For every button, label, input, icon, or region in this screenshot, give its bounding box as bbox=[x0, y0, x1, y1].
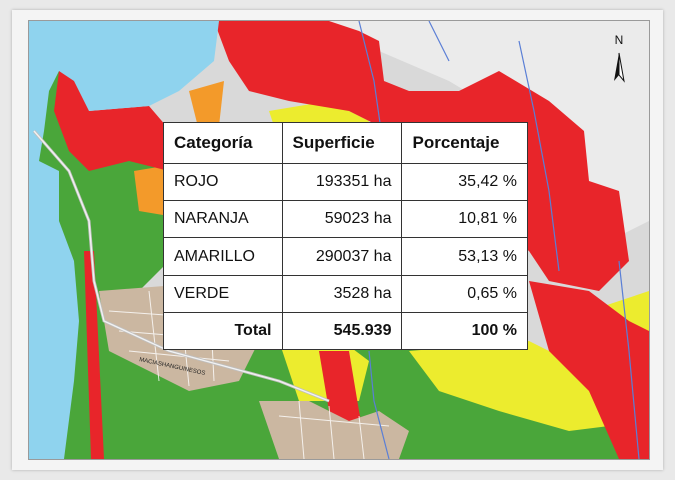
north-arrow: N bbox=[604, 33, 634, 93]
total-percent: 100 % bbox=[401, 311, 528, 351]
row-category: VERDE bbox=[163, 274, 283, 313]
table-row: NARANJA 59023 ha 10,81 % bbox=[163, 200, 528, 239]
table-row: ROJO 193351 ha 35,42 % bbox=[163, 163, 528, 202]
header-porcentaje: Porcentaje bbox=[401, 121, 528, 165]
total-surface: 545.939 bbox=[281, 311, 403, 351]
row-category: AMARILLO bbox=[163, 237, 283, 276]
row-surface: 3528 ha bbox=[281, 274, 403, 313]
row-percent: 10,81 % bbox=[401, 200, 528, 239]
header-categoria: Categoría bbox=[163, 121, 283, 165]
total-label: Total bbox=[163, 311, 283, 351]
category-stats-table: Categoría Superficie Porcentaje ROJO 193… bbox=[163, 121, 528, 351]
row-percent: 53,13 % bbox=[401, 237, 528, 276]
row-category: NARANJA bbox=[163, 200, 283, 239]
row-surface: 290037 ha bbox=[281, 237, 403, 276]
row-percent: 35,42 % bbox=[401, 163, 528, 202]
table-total-row: Total 545.939 100 % bbox=[163, 311, 528, 351]
row-surface: 193351 ha bbox=[281, 163, 403, 202]
table-row: VERDE 3528 ha 0,65 % bbox=[163, 274, 528, 313]
row-percent: 0,65 % bbox=[401, 274, 528, 313]
header-superficie: Superficie bbox=[281, 121, 403, 165]
table-header-row: Categoría Superficie Porcentaje bbox=[163, 121, 528, 165]
table-row: AMARILLO 290037 ha 53,13 % bbox=[163, 237, 528, 276]
row-category: ROJO bbox=[163, 163, 283, 202]
row-surface: 59023 ha bbox=[281, 200, 403, 239]
north-arrow-icon bbox=[614, 52, 625, 83]
